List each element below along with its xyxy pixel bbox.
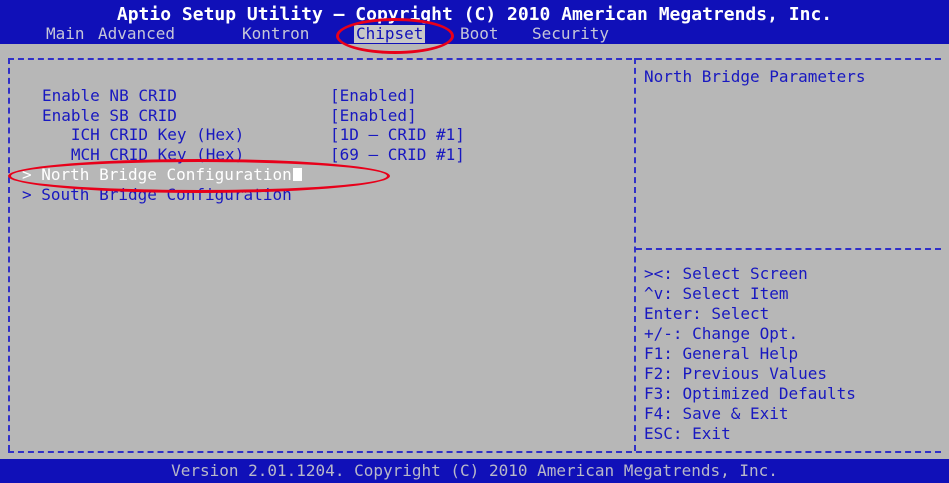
frame-left-border [8, 58, 10, 451]
help-key-f1: F1: General Help [644, 344, 799, 363]
frame-bottom-border [8, 451, 941, 453]
title-bar: Aptio Setup Utility – Copyright (C) 2010… [0, 0, 949, 44]
setting-enable-nb-crid-value[interactable]: [Enabled] [330, 86, 417, 106]
panel-divider [634, 58, 636, 451]
submenu-arrow-icon: > [22, 185, 42, 204]
frame-top-border [8, 58, 941, 60]
version-footer: Version 2.01.1204. Copyright (C) 2010 Am… [0, 459, 949, 483]
help-key-f2: F2: Previous Values [644, 364, 828, 383]
setting-ich-crid-key[interactable]: ICH CRID Key (Hex) [42, 125, 244, 145]
setting-mch-crid-key-value[interactable]: [69 – CRID #1] [330, 145, 465, 165]
setting-enable-sb-crid[interactable]: Enable SB CRID [42, 106, 177, 126]
help-key-select-screen: ><: Select Screen [644, 264, 808, 283]
tab-kontron[interactable]: Kontron [242, 24, 309, 44]
help-title: North Bridge Parameters [644, 67, 866, 86]
annotation-oval-chipset [336, 18, 454, 54]
help-key-select-item: ^v: Select Item [644, 284, 789, 303]
setting-enable-sb-crid-value[interactable]: [Enabled] [330, 106, 417, 126]
help-key-change-opt: +/-: Change Opt. [644, 324, 799, 343]
annotation-oval-north-bridge [8, 159, 390, 193]
tab-security[interactable]: Security [532, 24, 609, 44]
help-key-esc: ESC: Exit [644, 424, 731, 443]
help-key-enter: Enter: Select [644, 304, 770, 323]
setting-enable-nb-crid[interactable]: Enable NB CRID [42, 86, 177, 106]
tab-advanced[interactable]: Advanced [98, 24, 175, 44]
help-key-f4: F4: Save & Exit [644, 404, 789, 423]
help-key-f3: F3: Optimized Defaults [644, 384, 856, 403]
tab-boot[interactable]: Boot [460, 24, 499, 44]
setting-ich-crid-key-value[interactable]: [1D – CRID #1] [330, 125, 465, 145]
app-title: Aptio Setup Utility – Copyright (C) 2010… [116, 4, 833, 25]
help-divider [636, 248, 941, 250]
tab-main[interactable]: Main [46, 24, 85, 44]
